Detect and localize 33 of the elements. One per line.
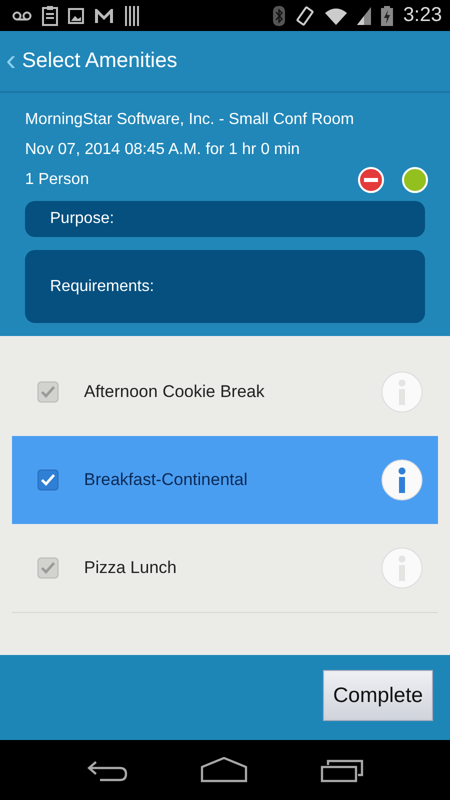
bluetooth-icon (273, 6, 286, 26)
clock-time: 3:23 (403, 4, 442, 27)
text-field[interactable]: Purpose: (25, 201, 425, 237)
voicemail-icon (12, 10, 32, 20)
mail-icon (94, 8, 114, 24)
back-nav-icon[interactable] (86, 758, 128, 782)
status-dot-icon[interactable] (402, 167, 428, 193)
booking-time: Nov 07, 2014 08:45 A.M. for 1 hr 0 min (25, 140, 301, 160)
amenity-row[interactable]: Breakfast-Continental (12, 436, 438, 524)
remove-icon[interactable] (358, 167, 384, 193)
amenity-row[interactable]: Afternoon Cookie Break (12, 348, 438, 436)
battery-icon (381, 6, 394, 26)
home-nav-icon[interactable] (200, 757, 248, 783)
recents-nav-icon[interactable] (320, 757, 364, 783)
room-name: MorningStar Software, Inc. - Small Conf Room (25, 110, 356, 130)
screen-title: Select Amenities (22, 49, 178, 73)
checkbox[interactable] (37, 381, 59, 403)
checkbox[interactable] (37, 469, 59, 491)
signal-icon (357, 6, 372, 24)
text-field[interactable]: Requirements: (25, 250, 425, 323)
amenity-name: Breakfast-Continental (84, 470, 248, 490)
wifi-icon (325, 6, 348, 24)
checkbox[interactable] (37, 557, 59, 579)
attendee-count: 1 Person (25, 170, 90, 190)
amenity-row[interactable]: Pizza Lunch (12, 524, 438, 613)
info-icon[interactable] (381, 459, 423, 501)
amenity-name: Afternoon Cookie Break (84, 382, 266, 402)
complete-button[interactable]: Complete (323, 670, 433, 721)
image-icon (68, 8, 84, 24)
phone-rotate-icon (295, 6, 316, 26)
amenity-name: Pizza Lunch (84, 558, 178, 578)
clipboard-icon (42, 6, 58, 26)
barcode-icon (124, 6, 140, 26)
